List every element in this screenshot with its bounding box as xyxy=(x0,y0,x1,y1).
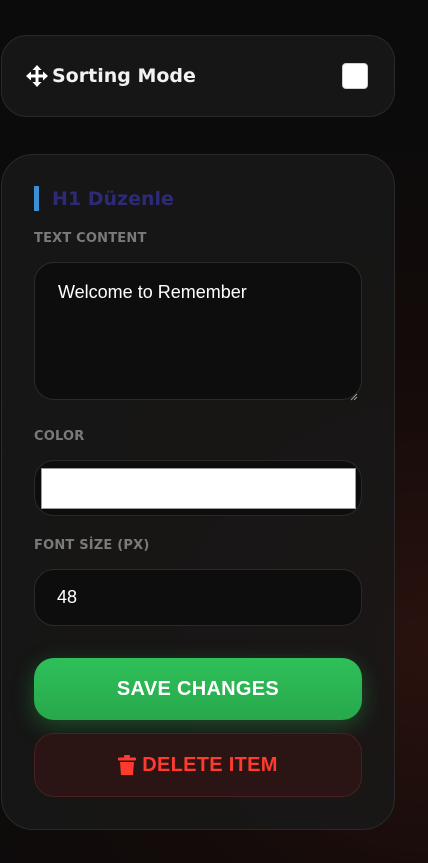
sorting-mode-label: Sorting Mode xyxy=(52,65,196,87)
font-size-label: FONT SİZE (PX) xyxy=(34,538,150,553)
sorting-mode-card: Sorting Mode xyxy=(1,35,395,117)
font-size-value: 48 xyxy=(57,587,78,607)
text-content-label: TEXT CONTENT xyxy=(34,231,147,246)
sorting-mode-checkbox[interactable] xyxy=(342,63,368,89)
delete-item-label: DELETE ITEM xyxy=(142,753,278,776)
save-changes-label: SAVE CHANGES xyxy=(116,677,280,700)
text-content-value: Welcome to Remember xyxy=(58,282,247,302)
color-label: COLOR xyxy=(34,429,85,444)
editor-title: H1 Düzenle xyxy=(34,186,174,211)
text-content-textarea[interactable]: Welcome to Remember xyxy=(34,262,362,401)
delete-item-button[interactable]: DELETE ITEM xyxy=(34,733,362,797)
trash-icon xyxy=(118,755,137,775)
element-editor-panel: H1 Düzenle TEXT CONTENT Welcome to Remem… xyxy=(1,154,395,830)
font-size-input[interactable]: 48 xyxy=(34,569,362,626)
save-changes-button[interactable]: SAVE CHANGES xyxy=(34,658,362,720)
move-arrows-icon xyxy=(26,65,48,87)
sorting-mode-toggle[interactable]: Sorting Mode xyxy=(26,65,342,87)
color-field[interactable] xyxy=(34,460,362,516)
color-picker-swatch[interactable] xyxy=(41,468,356,509)
resize-handle-icon[interactable] xyxy=(350,388,358,401)
